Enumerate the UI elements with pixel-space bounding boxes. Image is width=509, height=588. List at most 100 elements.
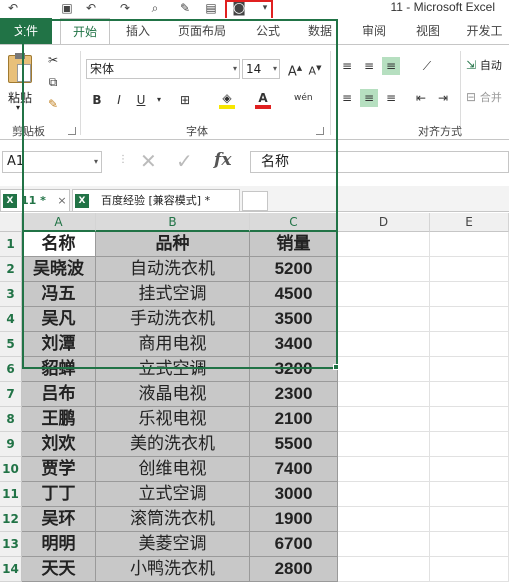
cancel-icon[interactable]: ✕ bbox=[140, 149, 157, 173]
row-header[interactable]: 3 bbox=[0, 282, 22, 307]
table-cell[interactable]: 吴凡 bbox=[22, 307, 96, 332]
close-icon[interactable]: × bbox=[57, 194, 66, 207]
empty-cell[interactable] bbox=[338, 557, 430, 582]
empty-cell[interactable] bbox=[430, 282, 509, 307]
table-cell[interactable]: 1900 bbox=[250, 507, 338, 532]
cut-icon[interactable]: ✂ bbox=[44, 51, 62, 69]
header-cell[interactable]: 销量 bbox=[250, 232, 338, 257]
form-icon[interactable]: ▤ bbox=[204, 1, 218, 15]
empty-cell[interactable] bbox=[430, 432, 509, 457]
format-painter-icon[interactable]: ✎ bbox=[44, 95, 62, 113]
table-cell[interactable]: 5500 bbox=[250, 432, 338, 457]
header-cell[interactable]: 名称 bbox=[22, 232, 96, 257]
row-header[interactable]: 13 bbox=[0, 532, 22, 557]
table-cell[interactable]: 2800 bbox=[250, 557, 338, 582]
table-cell[interactable]: 天天 bbox=[22, 557, 96, 582]
decrease-font-icon[interactable]: A▼ bbox=[306, 59, 324, 78]
clipboard-launcher-icon[interactable] bbox=[68, 127, 76, 135]
print-preview-icon[interactable]: ⌕ bbox=[148, 1, 162, 15]
row-header[interactable]: 7 bbox=[0, 382, 22, 407]
workbook-tab[interactable]: X 百度经验 [兼容模式] * bbox=[72, 189, 240, 211]
empty-cell[interactable] bbox=[430, 482, 509, 507]
table-cell[interactable]: 2100 bbox=[250, 407, 338, 432]
row-header[interactable]: 10 bbox=[0, 457, 22, 482]
table-cell[interactable]: 2300 bbox=[250, 382, 338, 407]
empty-cell[interactable] bbox=[338, 507, 430, 532]
workbook-tab-active[interactable]: X 11 * × bbox=[0, 189, 70, 211]
row-header[interactable]: 8 bbox=[0, 407, 22, 432]
worksheet-grid[interactable]: A B C D E 1 名称 品种 销量 2 吴晓波 自动洗衣机 5200 3 冯五 挂式空调 4500 4 吴凡手… bbox=[0, 213, 509, 588]
table-cell[interactable]: 3000 bbox=[250, 482, 338, 507]
empty-cell[interactable] bbox=[338, 282, 430, 307]
redo-icon[interactable]: ↷ bbox=[118, 1, 132, 15]
table-cell[interactable]: 貂蝉 bbox=[22, 357, 96, 382]
table-cell[interactable]: 商用电视 bbox=[96, 332, 250, 357]
table-cell[interactable]: 美菱空调 bbox=[96, 532, 250, 557]
column-header[interactable]: C bbox=[250, 213, 338, 232]
column-header[interactable]: B bbox=[96, 213, 250, 232]
empty-cell[interactable] bbox=[338, 457, 430, 482]
empty-cell[interactable] bbox=[338, 382, 430, 407]
table-cell[interactable]: 乐视电视 bbox=[96, 407, 250, 432]
tab-review[interactable]: 审阅 bbox=[354, 18, 394, 44]
table-cell[interactable]: 7400 bbox=[250, 457, 338, 482]
empty-cell[interactable] bbox=[430, 307, 509, 332]
table-cell[interactable]: 刘潭 bbox=[22, 332, 96, 357]
align-middle-icon[interactable]: ≡ bbox=[360, 57, 378, 75]
font-name-select[interactable]: 宋体 ▾ bbox=[86, 59, 240, 79]
align-center-icon[interactable]: ≡ bbox=[360, 89, 378, 107]
table-cell[interactable]: 美的洗衣机 bbox=[96, 432, 250, 457]
wrap-text-button[interactable]: ⇲ 自动 bbox=[466, 57, 509, 77]
table-cell[interactable]: 3500 bbox=[250, 307, 338, 332]
table-cell[interactable]: 5200 bbox=[250, 257, 338, 282]
empty-cell[interactable] bbox=[430, 507, 509, 532]
table-cell[interactable]: 吴环 bbox=[22, 507, 96, 532]
row-header[interactable]: 2 bbox=[0, 257, 22, 282]
name-box[interactable]: A1 ▾ bbox=[2, 151, 102, 173]
new-workbook-tab[interactable] bbox=[242, 191, 268, 211]
chevron-down-icon[interactable]: ▾ bbox=[150, 91, 168, 109]
table-cell[interactable]: 3400 bbox=[250, 332, 338, 357]
tab-developer[interactable]: 开发工 bbox=[460, 18, 509, 44]
empty-cell[interactable] bbox=[338, 332, 430, 357]
row-header[interactable]: 12 bbox=[0, 507, 22, 532]
increase-font-icon[interactable]: A▲ bbox=[286, 59, 304, 79]
table-cell[interactable]: 液晶电视 bbox=[96, 382, 250, 407]
italic-button[interactable]: I bbox=[110, 91, 128, 109]
table-cell[interactable]: 丁丁 bbox=[22, 482, 96, 507]
merge-center-button[interactable]: ⊟ 合并 bbox=[466, 89, 509, 109]
table-cell[interactable]: 4500 bbox=[250, 282, 338, 307]
formula-input[interactable]: 名称 bbox=[250, 151, 509, 173]
empty-cell[interactable] bbox=[430, 457, 509, 482]
table-cell[interactable]: 王鹏 bbox=[22, 407, 96, 432]
empty-cell[interactable] bbox=[430, 557, 509, 582]
align-top-icon[interactable]: ≡ bbox=[338, 57, 356, 75]
font-launcher-icon[interactable] bbox=[316, 127, 324, 135]
fill-handle[interactable] bbox=[333, 364, 339, 370]
tab-home[interactable]: 开始 bbox=[60, 18, 110, 44]
row-header[interactable]: 5 bbox=[0, 332, 22, 357]
tab-formulas[interactable]: 公式 bbox=[250, 18, 286, 44]
column-header[interactable]: D bbox=[338, 213, 430, 232]
empty-cell[interactable] bbox=[338, 307, 430, 332]
row-header[interactable]: 14 bbox=[0, 557, 22, 582]
tab-page-layout[interactable]: 页面布局 bbox=[172, 18, 232, 44]
align-bottom-icon[interactable]: ≡ bbox=[382, 57, 400, 75]
copy-icon[interactable]: ⧉ bbox=[44, 73, 62, 91]
table-cell[interactable]: 立式空调 bbox=[96, 357, 250, 382]
fill-color-icon[interactable]: ◈ bbox=[218, 89, 236, 109]
table-cell[interactable]: 冯五 bbox=[22, 282, 96, 307]
table-cell[interactable]: 滚筒洗衣机 bbox=[96, 507, 250, 532]
empty-cell[interactable] bbox=[430, 257, 509, 282]
table-cell[interactable]: 吴晓波 bbox=[22, 257, 96, 282]
undo-icon[interactable]: ↶ bbox=[84, 1, 98, 15]
font-size-select[interactable]: 14 ▾ bbox=[242, 59, 280, 79]
decrease-indent-icon[interactable]: ⇤ bbox=[412, 89, 430, 107]
row-header[interactable]: 6 bbox=[0, 357, 22, 382]
table-cell[interactable]: 吕布 bbox=[22, 382, 96, 407]
empty-cell[interactable] bbox=[430, 382, 509, 407]
underline-button[interactable]: U bbox=[132, 91, 150, 109]
tab-insert[interactable]: 插入 bbox=[118, 18, 158, 44]
table-cell[interactable]: 刘欢 bbox=[22, 432, 96, 457]
empty-cell[interactable] bbox=[338, 407, 430, 432]
